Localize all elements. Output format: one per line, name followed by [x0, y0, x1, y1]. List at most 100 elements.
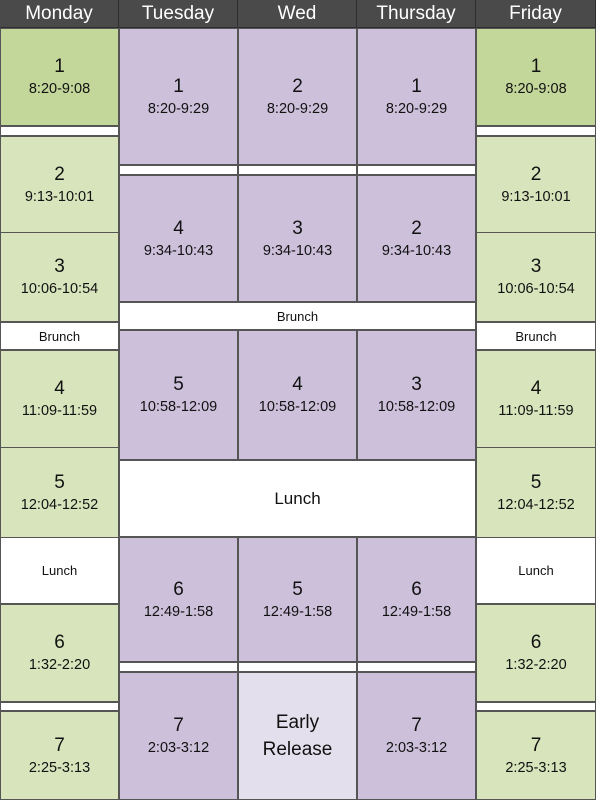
period-cell: 1 8:20-9:08 — [0, 28, 119, 126]
period-time: 12:49-1:58 — [262, 603, 333, 620]
passing-gap — [357, 165, 476, 175]
period-cell: 3 9:34-10:43 — [238, 175, 357, 302]
passing-gap — [0, 126, 119, 136]
period-cell: 4 11:09-11:59 — [476, 350, 596, 448]
day-header: Thursday — [357, 0, 476, 28]
passing-gap — [357, 662, 476, 672]
day-header: Tuesday — [119, 0, 238, 28]
period-cell: 4 9:34-10:43 — [119, 175, 238, 302]
period-time: 10:58-12:09 — [139, 399, 218, 415]
period-time: 8:20-9:29 — [385, 100, 448, 117]
period-cell: 5 12:49-1:58 — [238, 537, 357, 662]
period-number: 1 — [530, 56, 542, 77]
period-cell: 7 2:25-3:13 — [476, 711, 596, 800]
period-cell: 5 10:58-12:09 — [119, 330, 238, 460]
period-time: 10:58-12:09 — [258, 399, 337, 415]
period-cell: 1 8:20-9:29 — [357, 28, 476, 165]
period-time: 8:20-9:29 — [266, 100, 329, 117]
passing-gap — [119, 662, 238, 672]
break-cell: Brunch — [0, 322, 119, 350]
period-number: 5 — [54, 471, 65, 493]
period-cell: 2 8:20-9:29 — [238, 28, 357, 165]
break-cell: Lunch — [0, 537, 119, 604]
period-time: 9:34-10:43 — [262, 242, 333, 259]
period-cell: 2 9:13-10:01 — [0, 136, 119, 233]
period-cell: 3 10:06-10:54 — [0, 232, 119, 322]
period-time: 11:09-11:59 — [498, 403, 574, 419]
passing-gap — [476, 702, 596, 711]
period-time: 10:06-10:54 — [497, 281, 575, 297]
period-number: 3 — [54, 256, 65, 277]
period-time: 12:04-12:52 — [497, 496, 575, 513]
period-time: 10:58-12:09 — [377, 399, 456, 415]
period-cell: 7 2:03-3:12 — [119, 672, 238, 800]
break-cell: Lunch — [476, 537, 596, 604]
period-number: 4 — [530, 378, 542, 399]
break-label: Lunch — [518, 563, 554, 578]
period-cell: 4 10:58-12:09 — [238, 330, 357, 460]
period-time: 9:13-10:01 — [24, 188, 95, 205]
period-cell: 6 1:32-2:20 — [0, 604, 119, 702]
break-cell: Brunch — [476, 322, 596, 350]
period-time: 11:09-11:59 — [21, 403, 98, 419]
early-release-cell: Early Release — [238, 672, 357, 800]
period-time: 10:06-10:54 — [20, 281, 99, 297]
day-header: Friday — [476, 0, 596, 28]
period-number: 5 — [173, 374, 184, 395]
break-label: Brunch — [38, 328, 81, 344]
period-cell: 1 8:20-9:08 — [476, 28, 596, 126]
passing-gap — [0, 702, 119, 711]
period-time: 2:25-3:13 — [28, 759, 91, 776]
period-time: 12:04-12:52 — [20, 496, 99, 513]
period-number: 2 — [411, 217, 422, 239]
brunch-cell: Brunch — [119, 302, 476, 330]
period-time: 8:20-9:08 — [28, 81, 91, 97]
period-cell: 2 9:13-10:01 — [476, 136, 596, 233]
period-time: 2:03-3:12 — [147, 740, 210, 756]
period-number: 3 — [292, 217, 303, 239]
period-time: 12:49-1:58 — [381, 603, 452, 620]
period-cell: 7 2:25-3:13 — [0, 711, 119, 800]
period-number: 4 — [173, 217, 184, 239]
period-number: 7 — [411, 715, 422, 736]
period-number: 4 — [292, 374, 303, 395]
period-number: 2 — [54, 163, 65, 185]
early-release-label: Early Release — [262, 712, 333, 760]
period-cell: 3 10:58-12:09 — [357, 330, 476, 460]
period-number: 5 — [530, 471, 542, 493]
period-number: 7 — [54, 734, 65, 756]
period-number: 2 — [292, 75, 303, 97]
period-cell: 5 12:04-12:52 — [0, 447, 119, 538]
period-time: 9:13-10:01 — [501, 188, 571, 205]
period-cell: 6 12:49-1:58 — [119, 537, 238, 662]
period-number: 1 — [173, 75, 184, 97]
brunch-label: Brunch — [276, 308, 319, 324]
period-number: 1 — [411, 75, 422, 97]
period-number: 3 — [530, 256, 542, 277]
period-time: 1:32-2:20 — [28, 657, 91, 673]
period-cell: 5 12:04-12:52 — [476, 447, 596, 538]
period-time: 2:25-3:13 — [505, 759, 567, 776]
passing-gap — [238, 165, 357, 175]
period-time: 9:34-10:43 — [143, 242, 214, 259]
lunch-cell: Lunch — [119, 460, 476, 537]
period-cell: 1 8:20-9:29 — [119, 28, 238, 165]
day-header: Monday — [0, 0, 119, 28]
period-time: 1:32-2:20 — [505, 657, 567, 673]
period-number: 6 — [530, 632, 542, 653]
period-cell: 4 11:09-11:59 — [0, 350, 119, 448]
period-number: 6 — [54, 632, 65, 653]
period-number: 6 — [173, 578, 184, 600]
period-cell: 6 12:49-1:58 — [357, 537, 476, 662]
period-time: 8:20-9:29 — [147, 100, 210, 117]
period-number: 2 — [530, 163, 542, 185]
period-cell: 6 1:32-2:20 — [476, 604, 596, 702]
passing-gap — [238, 662, 357, 672]
break-label: Lunch — [41, 563, 78, 578]
period-time: 12:49-1:58 — [143, 603, 214, 620]
passing-gap — [119, 165, 238, 175]
period-number: 7 — [173, 715, 184, 736]
bell-schedule: Monday Tuesday Wed Thursday Friday 1 8:20-9:08… — [0, 0, 596, 800]
day-header: Wed — [238, 0, 357, 28]
period-number: 7 — [530, 734, 542, 756]
